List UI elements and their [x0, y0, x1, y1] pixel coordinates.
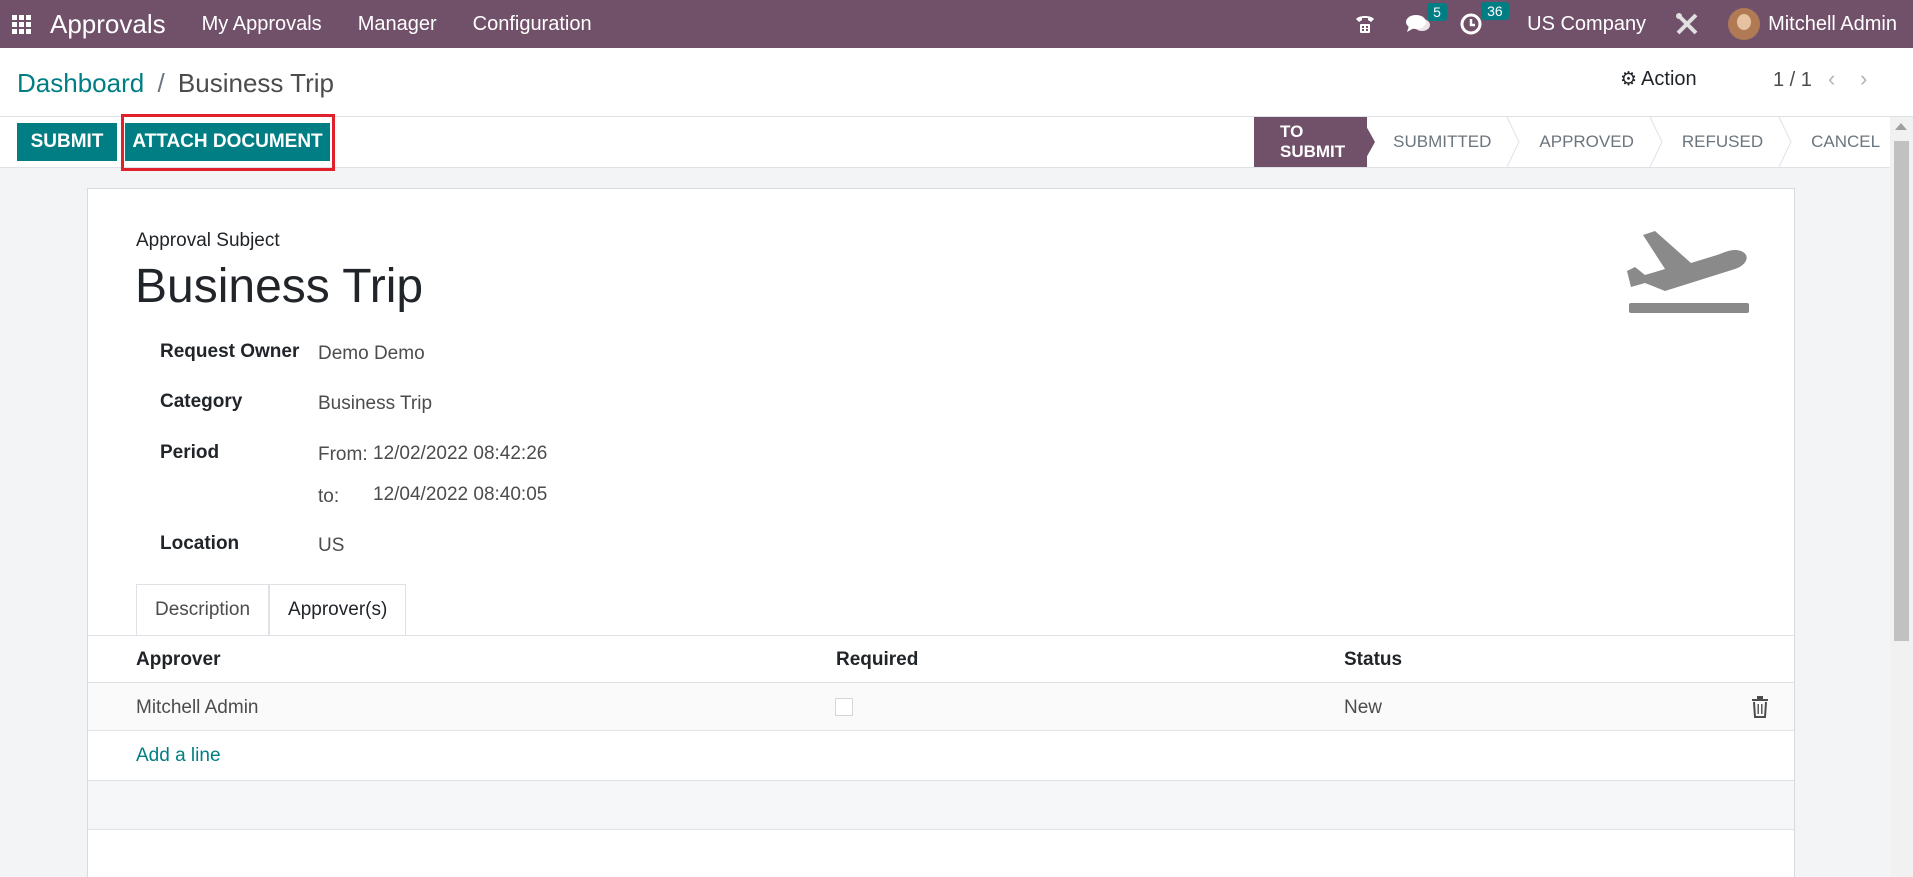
period-to-label: to:	[318, 486, 340, 507]
activities-badge: 36	[1481, 2, 1509, 20]
category-value[interactable]: Business Trip	[318, 393, 432, 415]
control-panel: Dashboard / Business Trip ⚙ Action 1 / 1…	[0, 48, 1913, 117]
column-approver[interactable]: Approver	[136, 649, 220, 671]
stage-approved[interactable]: APPROVED	[1513, 117, 1663, 167]
breadcrumb: Dashboard / Business Trip	[17, 68, 334, 99]
category-label: Category	[160, 391, 243, 412]
menu-my-approvals[interactable]: My Approvals	[202, 13, 322, 36]
chevron-left-icon[interactable]: ‹	[1828, 66, 1835, 92]
approval-subject-label: Approval Subject	[136, 230, 280, 251]
stage-to-submit[interactable]: TO SUBMIT	[1254, 117, 1376, 167]
messages-icon[interactable]: 5	[1405, 3, 1447, 35]
column-status[interactable]: Status	[1344, 649, 1402, 671]
airplane-departure-icon	[1627, 231, 1749, 313]
scroll-up-arrow-icon[interactable]	[1895, 123, 1907, 130]
stage-label: SUBMITTED	[1393, 132, 1492, 151]
breadcrumb-current: Business Trip	[177, 68, 334, 98]
debug-tools-icon[interactable]	[1674, 11, 1700, 37]
menu-configuration[interactable]: Configuration	[473, 13, 592, 36]
breadcrumb-separator: /	[157, 68, 165, 98]
form-sheet: Approval Subject Business Trip Request O…	[87, 188, 1795, 877]
action-menu-button[interactable]: ⚙ Action	[1620, 68, 1697, 91]
period-label: Period	[160, 442, 220, 463]
status-cell[interactable]: New	[1344, 697, 1382, 719]
trash-icon[interactable]	[1751, 696, 1769, 718]
apps-menu-icon[interactable]	[0, 0, 42, 48]
pager-value[interactable]: 1 / 1	[1773, 69, 1812, 92]
request-owner-value[interactable]: Demo Demo	[318, 343, 425, 365]
messages-badge: 5	[1427, 3, 1447, 21]
add-line-link[interactable]: Add a line	[136, 745, 221, 767]
scrollbar[interactable]	[1890, 117, 1913, 877]
stage-label: CANCEL	[1811, 132, 1881, 151]
highlight-annotation	[121, 114, 335, 171]
notebook-tabs: Description Approver(s)	[136, 584, 407, 635]
request-owner-label: Request Owner	[160, 341, 300, 362]
stage-label: REFUSED	[1681, 132, 1764, 151]
column-required[interactable]: Required	[836, 649, 918, 671]
company-switcher[interactable]: US Company	[1527, 13, 1646, 36]
tab-approvers[interactable]: Approver(s)	[269, 584, 407, 635]
breadcrumb-dashboard-link[interactable]: Dashboard	[17, 68, 144, 98]
user-avatar[interactable]	[1728, 8, 1761, 40]
chevron-right-icon[interactable]: ›	[1860, 66, 1867, 92]
top-navbar: Approvals My Approvals Manager Configura…	[0, 0, 1913, 48]
stage-submitted[interactable]: SUBMITTED	[1367, 117, 1520, 167]
stage-label: TO SUBMIT	[1280, 122, 1346, 161]
stage-cancel[interactable]: CANCEL	[1785, 117, 1902, 167]
period-to-value[interactable]: 12/04/2022 08:40:05	[373, 484, 547, 506]
table-row[interactable]: Mitchell Admin New	[88, 683, 1794, 731]
stage-label: APPROVED	[1539, 132, 1634, 151]
approvers-table-header: Approver Required Status	[88, 636, 1794, 683]
approver-cell[interactable]: Mitchell Admin	[136, 697, 259, 719]
submit-button[interactable]: SUBMIT	[17, 123, 117, 161]
user-menu[interactable]: Mitchell Admin	[1768, 13, 1897, 36]
app-title[interactable]: Approvals	[50, 9, 166, 40]
stage-refused[interactable]: REFUSED	[1656, 117, 1792, 167]
location-label: Location	[160, 533, 240, 554]
gear-icon: ⚙	[1620, 69, 1638, 90]
period-from-value[interactable]: 12/02/2022 08:42:26	[373, 443, 547, 465]
tab-description[interactable]: Description	[136, 584, 270, 635]
phone-icon[interactable]	[1353, 12, 1377, 36]
approval-subject-title[interactable]: Business Trip	[135, 259, 423, 314]
action-label: Action	[1641, 68, 1697, 90]
stage-pipeline: TO SUBMIT SUBMITTED APPROVED REFUSED CAN…	[1254, 117, 1902, 167]
table-footer	[88, 780, 1794, 830]
menu-manager[interactable]: Manager	[358, 13, 437, 36]
activity-clock-icon[interactable]: 36	[1459, 2, 1509, 36]
period-from-label: From:	[318, 444, 368, 465]
required-checkbox[interactable]	[835, 698, 853, 716]
location-value[interactable]: US	[318, 535, 344, 557]
scrollbar-thumb[interactable]	[1894, 141, 1909, 641]
